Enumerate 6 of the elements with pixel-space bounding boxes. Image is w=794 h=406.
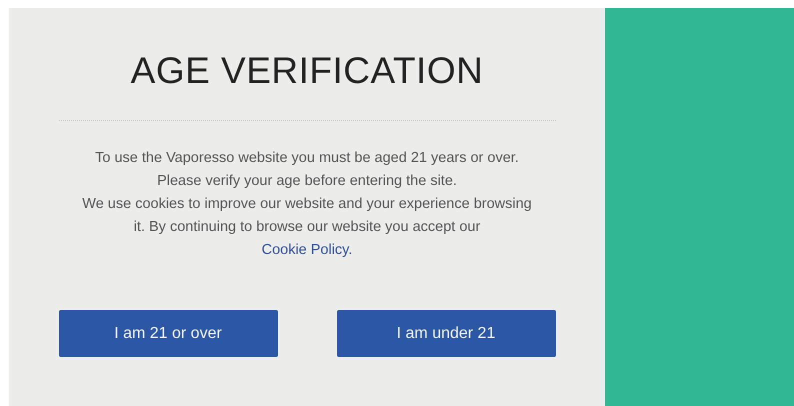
- age-message: To use the Vaporesso website you must be aged 21 years or over. Please verify your age before entering the site.: [94, 149, 520, 191]
- underage-button[interactable]: I am under 21: [336, 310, 556, 357]
- dialog-title: AGE VERIFICATION: [130, 49, 484, 93]
- cookie-notice: We use cookies to improve our website and your experience browsing it. By continuing to browse our website you accept our Cookie Policy.: [81, 195, 533, 260]
- confirm-age-button[interactable]: I am 21 or over: [58, 310, 278, 357]
- cookie-policy-link[interactable]: Cookie Policy.: [262, 242, 352, 258]
